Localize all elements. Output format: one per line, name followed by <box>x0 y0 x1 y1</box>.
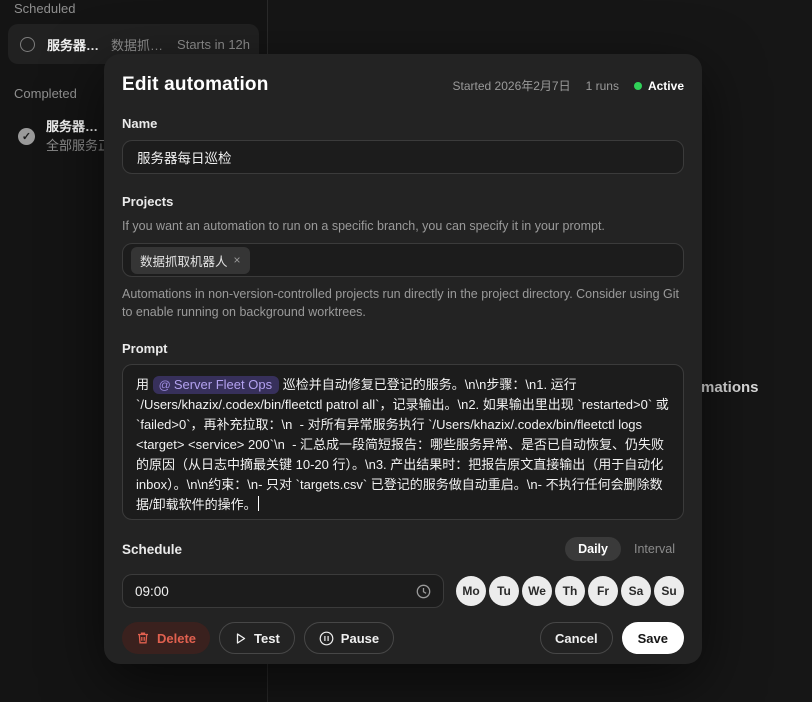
active-status-dot-icon <box>634 82 642 90</box>
save-button[interactable]: Save <box>622 622 684 654</box>
project-tag[interactable]: 数据抓取机器人 × <box>131 247 250 274</box>
day-toggle-fr[interactable]: Fr <box>588 576 618 606</box>
mode-daily-tab[interactable]: Daily <box>565 537 621 561</box>
status-label: Active <box>648 79 684 93</box>
pause-label: Pause <box>341 631 379 646</box>
prompt-editor[interactable]: 用 @Server Fleet Ops 巡检并自动修复已登记的服务。\n\n步骤… <box>122 364 684 520</box>
pending-circle-icon <box>20 37 35 52</box>
mention-label: Server Fleet Ops <box>174 377 272 392</box>
pause-circle-icon <box>319 631 334 646</box>
delete-label: Delete <box>157 631 196 646</box>
trash-icon <box>136 631 150 645</box>
runs-count: 1 runs <box>586 79 619 93</box>
mode-interval-tab[interactable]: Interval <box>625 537 684 561</box>
day-toggle-tu[interactable]: Tu <box>489 576 519 606</box>
weekday-selector: Mo Tu We Th Fr Sa Su <box>456 576 684 606</box>
scheduled-section-header: Scheduled <box>0 0 267 16</box>
mention-at-icon: @ <box>159 378 171 392</box>
schedule-label: Schedule <box>122 542 182 557</box>
projects-helper-bottom: Automations in non-version-controlled pr… <box>122 285 684 321</box>
cancel-button[interactable]: Cancel <box>540 622 613 654</box>
delete-button[interactable]: Delete <box>122 622 210 654</box>
pause-button[interactable]: Pause <box>304 622 394 654</box>
remove-tag-icon[interactable]: × <box>234 253 241 267</box>
day-toggle-sa[interactable]: Sa <box>621 576 651 606</box>
time-input[interactable]: 09:00 <box>122 574 444 608</box>
text-caret <box>258 496 260 511</box>
clock-icon <box>416 584 431 599</box>
prompt-label: Prompt <box>122 341 684 356</box>
automation-starts-badge: Starts in 12h <box>177 37 250 52</box>
name-label: Name <box>122 116 684 131</box>
status-badge: Active <box>634 79 684 93</box>
name-input[interactable] <box>122 140 684 174</box>
save-label: Save <box>638 631 668 646</box>
started-date: Started 2026年2月7日 <box>453 77 571 94</box>
projects-helper-top: If you want an automation to run on a sp… <box>122 217 684 235</box>
automation-title: 服务器… <box>47 35 99 54</box>
automation-result-snippet: 全部服务正 <box>46 136 111 155</box>
projects-input[interactable]: 数据抓取机器人 × <box>122 243 684 277</box>
automation-title: 服务器… <box>46 117 111 136</box>
projects-label: Projects <box>122 194 684 209</box>
background-page-heading-fragment: mations <box>701 379 759 396</box>
prompt-body: 巡检并自动修复已登记的服务。\n\n步骤：\n1. 运行 `/Users/kha… <box>136 377 672 512</box>
prompt-prefix: 用 <box>136 377 153 392</box>
edit-automation-modal: Edit automation Started 2026年2月7日 1 runs… <box>104 54 702 664</box>
modal-title: Edit automation <box>122 74 269 96</box>
play-icon <box>234 632 247 645</box>
test-label: Test <box>254 631 280 646</box>
check-circle-icon: ✓ <box>18 128 35 145</box>
day-toggle-mo[interactable]: Mo <box>456 576 486 606</box>
cancel-label: Cancel <box>555 631 598 646</box>
day-toggle-th[interactable]: Th <box>555 576 585 606</box>
project-tag-label: 数据抓取机器人 <box>140 251 228 270</box>
day-toggle-su[interactable]: Su <box>654 576 684 606</box>
mention-pill[interactable]: @Server Fleet Ops <box>153 376 279 394</box>
schedule-mode-toggle: Daily Interval <box>565 537 684 561</box>
test-button[interactable]: Test <box>219 622 295 654</box>
day-toggle-we[interactable]: We <box>522 576 552 606</box>
time-value: 09:00 <box>135 584 169 599</box>
automation-project: 数据抓… <box>111 35 163 54</box>
